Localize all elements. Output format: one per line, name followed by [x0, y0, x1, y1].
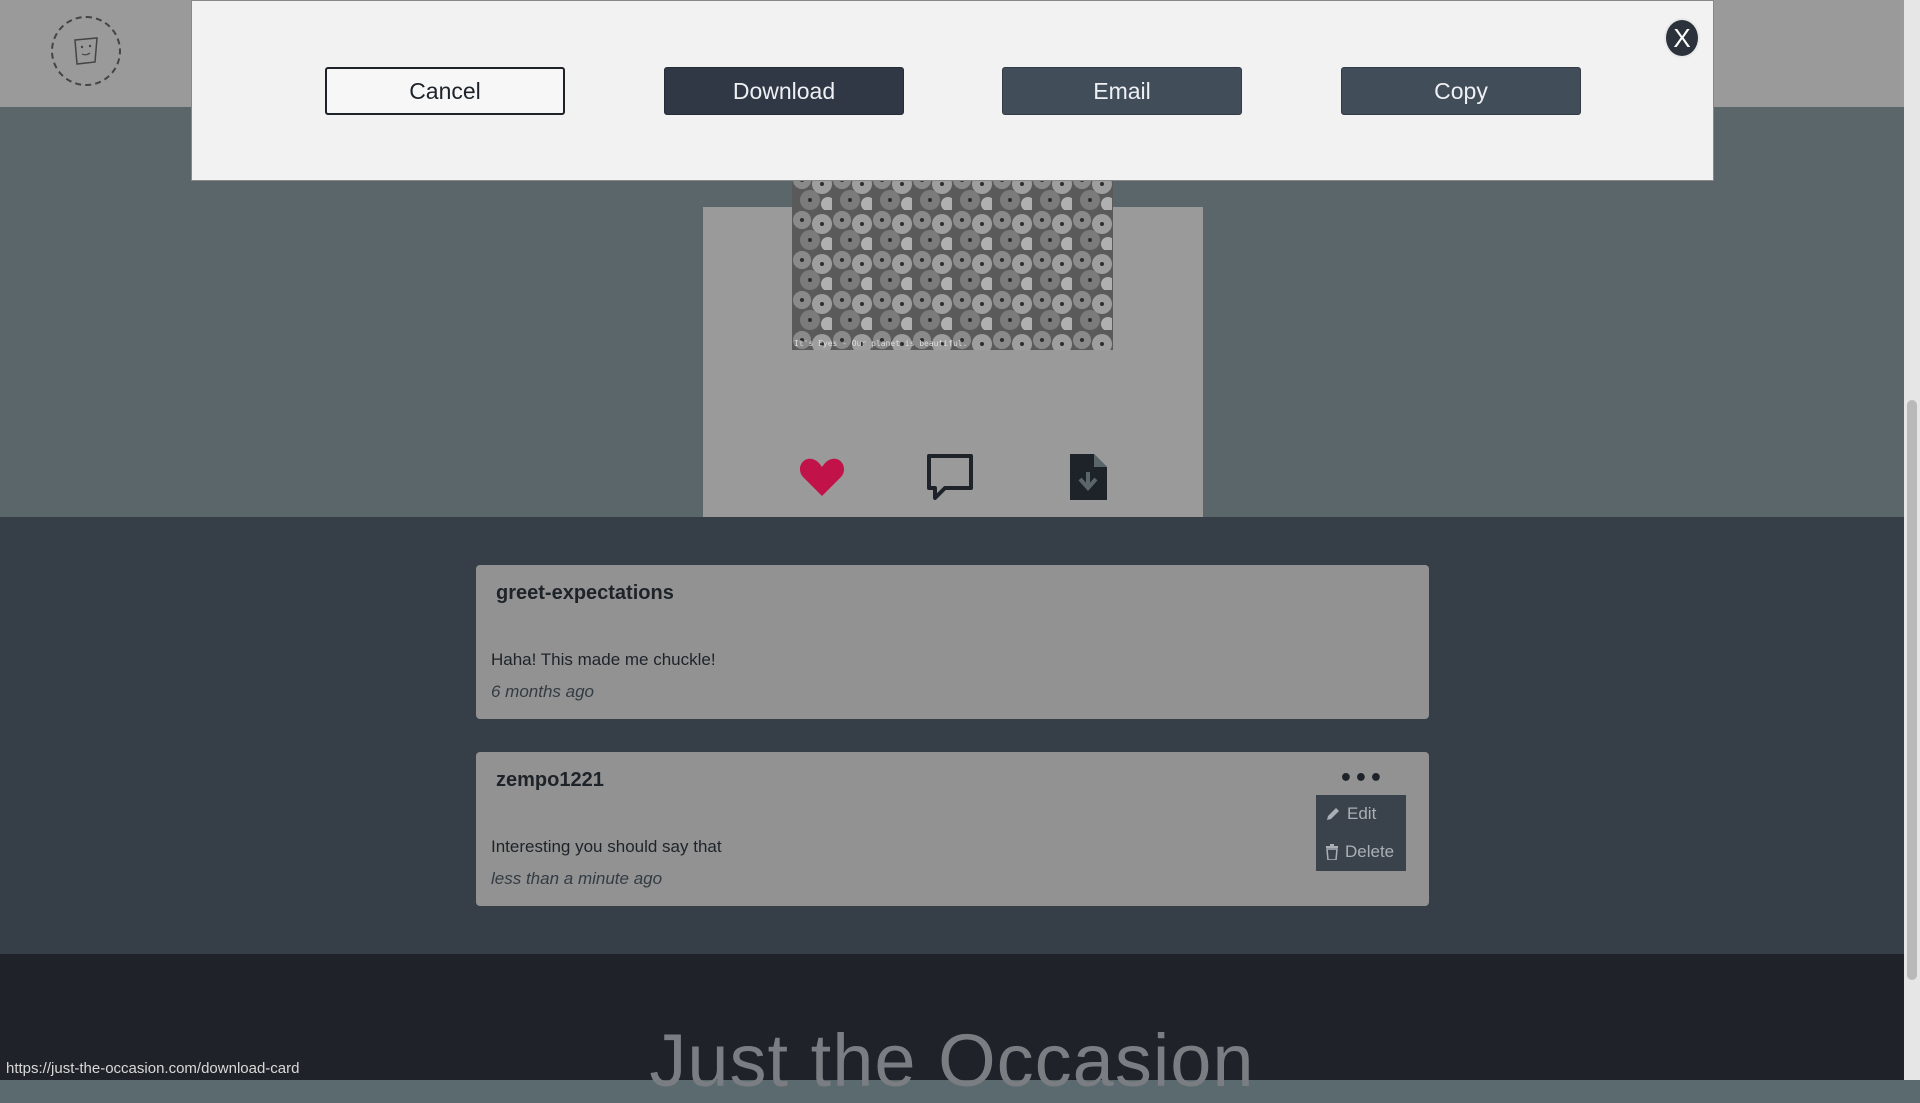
close-modal-button[interactable]: X	[1664, 18, 1700, 58]
delete-label: Delete	[1345, 842, 1395, 861]
scrollbar-thumb[interactable]	[1907, 400, 1917, 980]
card-caption: It's Eyes - Our planet is beautiful.	[794, 339, 968, 348]
comment-button[interactable]	[925, 452, 975, 502]
heart-icon	[799, 458, 845, 496]
comment-options-menu: Edit Delete	[1316, 795, 1406, 871]
download-card-button[interactable]	[1063, 452, 1113, 502]
flower-photo	[792, 170, 1113, 350]
download-file-icon	[1070, 454, 1107, 500]
trash-icon	[1326, 844, 1338, 860]
copy-button[interactable]: Copy	[1341, 67, 1581, 115]
site-logo[interactable]	[51, 16, 121, 86]
status-bar-url: https://just-the-occasion.com/download-c…	[0, 1058, 306, 1080]
comment-options-button[interactable]: •••	[1339, 766, 1384, 791]
comment-card: zempo1221 ••• Edit Delete Interesting yo…	[476, 752, 1429, 906]
download-button[interactable]: Download	[664, 67, 904, 115]
share-modal: Cancel Download Email Copy X	[191, 0, 1714, 181]
pencil-icon	[1327, 808, 1339, 820]
comment-author[interactable]: zempo1221	[496, 769, 604, 792]
email-button[interactable]: Email	[1002, 67, 1242, 115]
comment-icon	[927, 454, 973, 500]
delete-comment-item[interactable]: Delete	[1316, 833, 1406, 871]
comment-timestamp: 6 months ago	[491, 682, 595, 701]
card-image: It's Eyes - Our planet is beautiful.	[792, 170, 1113, 350]
comment-text: Haha! This made me chuckle!	[491, 650, 716, 669]
cancel-button[interactable]: Cancel	[325, 67, 565, 115]
page-scrollbar[interactable]	[1904, 0, 1920, 1080]
comment-timestamp: less than a minute ago	[491, 869, 663, 888]
comment-text: Interesting you should say that	[491, 837, 722, 856]
comments-section: greet-expectations Haha! This made me ch…	[0, 517, 1904, 954]
edit-label: Edit	[1347, 804, 1377, 823]
card-logo-icon	[74, 37, 98, 65]
comment-author[interactable]: greet-expectations	[496, 582, 674, 605]
comment-card: greet-expectations Haha! This made me ch…	[476, 565, 1429, 719]
like-button[interactable]	[797, 452, 847, 502]
edit-comment-item[interactable]: Edit	[1316, 795, 1406, 833]
